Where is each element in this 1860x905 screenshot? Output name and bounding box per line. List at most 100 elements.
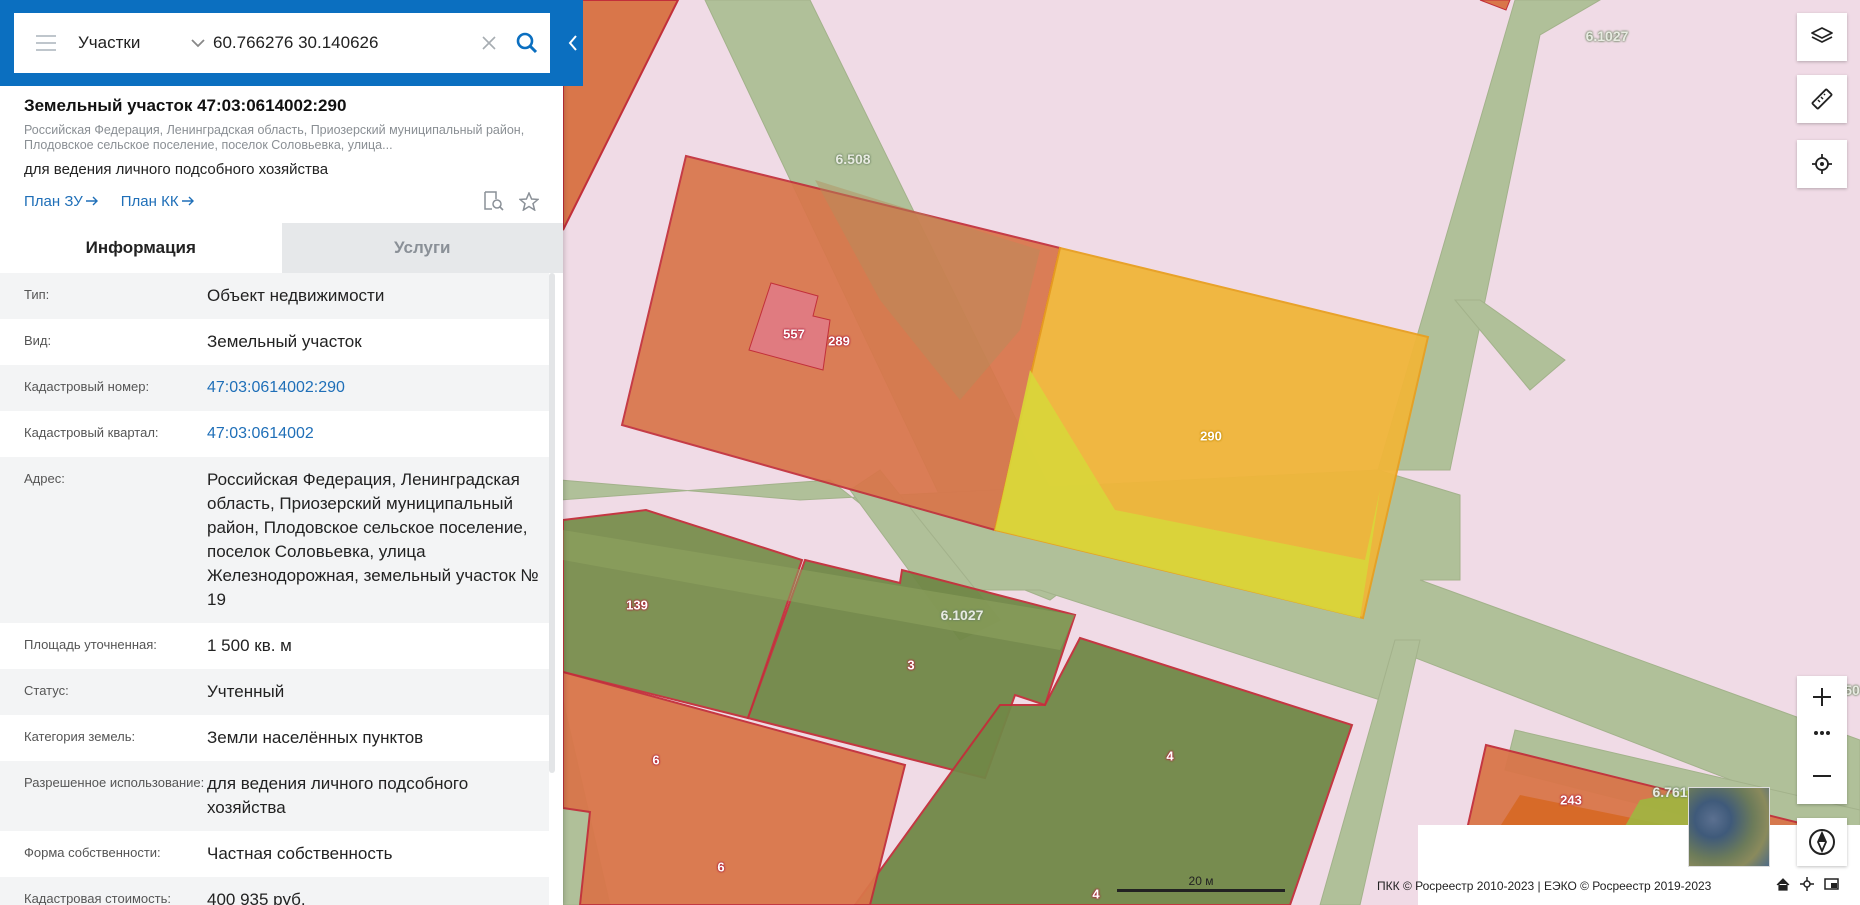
object-title: Земельный участок 47:03:0614002:290 (24, 96, 347, 115)
minus-icon (1813, 775, 1831, 777)
tab-information[interactable]: Информация (0, 223, 282, 273)
plan-kk-label: План КК (120, 192, 179, 210)
property-key: Статус: (24, 683, 69, 698)
property-value: Земли населённых пунктов (207, 728, 424, 747)
property-value: Учтенный (207, 682, 285, 701)
scale-bar: 20 м (1117, 870, 1285, 894)
cadastral-quarter-link[interactable]: 47:03:0614002 (207, 411, 539, 457)
close-icon[interactable] (474, 13, 504, 73)
object-address: Российская Федерация, Ленинградская обла… (24, 123, 525, 152)
road-label-6-761: 6.761 (1652, 784, 1688, 800)
property-value: Объект недвижимости (207, 286, 385, 305)
property-row-cadastral-number: Кадастровый номер: 47:03:0614002:290 (0, 365, 549, 411)
more-icon (1814, 731, 1830, 735)
road-label-6-1027: 6.1027 (940, 607, 984, 623)
panel-scrollbar[interactable] (549, 273, 555, 773)
tab-services[interactable]: Услуги (281, 223, 563, 273)
plot-label-289[interactable]: 289 (828, 334, 850, 349)
property-key: Разрешенное использование: (24, 775, 205, 790)
ruler-icon (1811, 88, 1833, 110)
plan-zu-label: План ЗУ (24, 192, 83, 210)
satellite-minimap[interactable] (1688, 787, 1770, 867)
property-key: Вид: (24, 333, 52, 348)
plan-zu-link[interactable]: План ЗУ (24, 193, 99, 210)
layers-icon (1811, 27, 1833, 43)
plot-label-557[interactable]: 557 (783, 327, 805, 342)
chevron-left-icon[interactable] (563, 0, 583, 86)
plot-label-6[interactable]: 6 (652, 753, 659, 768)
scale-line (1117, 889, 1285, 892)
property-key: Тип: (24, 287, 50, 302)
compass-button[interactable] (1797, 818, 1847, 866)
zoom-controls (1797, 676, 1847, 804)
attribution-bar: ПКК © Росреестр 2010-2023 | ЕЭКО © Росре… (1377, 825, 1860, 905)
property-row-cadastral-quarter: Кадастровый квартал: 47:03:0614002 (0, 411, 549, 457)
home-icon[interactable] (1776, 877, 1790, 891)
search-bar: Участки (0, 0, 583, 86)
road-label-6-1027-top: 6.1027 (1585, 28, 1629, 44)
property-row-kind: Вид: Земельный участок (0, 319, 549, 365)
plot-label-290[interactable]: 290 (1200, 429, 1222, 444)
attribution-icons (1776, 877, 1839, 891)
attribution-text: ПКК © Росреестр 2010-2023 | ЕЭКО © Росре… (1377, 879, 1712, 893)
property-row-ownership: Форма собственности: Частная собственнос… (0, 831, 549, 877)
arrow-right-icon (181, 196, 194, 206)
property-value: Российская Федерация, Ленинградская обла… (207, 470, 539, 609)
property-value: Частная собственность (207, 844, 393, 863)
locate-icon (1812, 154, 1832, 174)
arrow-right-icon (85, 196, 98, 206)
property-key: Кадастровый номер: (24, 379, 150, 394)
screen-icon[interactable] (1824, 878, 1839, 890)
scale-label: 20 м (1188, 874, 1214, 888)
search-icon[interactable] (504, 13, 550, 73)
search-input[interactable] (213, 33, 474, 53)
object-links: План ЗУ План КК (24, 190, 539, 212)
search-document-icon[interactable] (483, 191, 505, 211)
plot-label-4[interactable]: 4 (1166, 749, 1173, 764)
property-value: 1 500 кв. м (207, 636, 292, 655)
property-row-cadastral-value: Кадастровая стоимость: 400 935 руб. (0, 877, 549, 905)
property-value: Земельный участок (207, 332, 362, 351)
object-permitted-use: для ведения личного подсобного хозяйства (24, 161, 329, 178)
property-value: для ведения личного подсобного хозяйства (207, 774, 469, 817)
plan-kk-link[interactable]: План КК (121, 193, 195, 210)
property-row-type: Тип: Объект недвижимости (0, 273, 549, 319)
plus-icon (1813, 688, 1831, 706)
chevron-down-icon[interactable] (183, 38, 213, 48)
search-type-select[interactable]: Участки (78, 33, 183, 53)
property-row-area: Площадь уточненная: 1 500 кв. м (0, 623, 549, 669)
property-key: Площадь уточненная: (24, 637, 157, 652)
property-row-status: Статус: Учтенный (0, 669, 549, 715)
property-key: Адрес: (24, 471, 65, 486)
more-button[interactable] (1797, 718, 1847, 748)
measure-button[interactable] (1797, 75, 1847, 123)
search-box: Участки (14, 13, 550, 73)
tab-bar: Информация Услуги (0, 223, 563, 273)
property-key: Категория земель: (24, 729, 136, 744)
cadastral-number-link[interactable]: 47:03:0614002:290 (207, 365, 539, 411)
property-key: Форма собственности: (24, 845, 161, 860)
road-label-6-508: 6.508 (835, 151, 871, 167)
info-panel: Участки Земельный участок 47:03:0614002:… (0, 0, 583, 905)
layers-button[interactable] (1797, 13, 1847, 61)
plot-label-6b[interactable]: 6 (717, 860, 724, 875)
plot-label-243[interactable]: 243 (1560, 793, 1582, 808)
object-actions (483, 191, 539, 211)
property-value: 400 935 руб. (207, 890, 306, 905)
property-row-land-category: Категория земель: Земли населённых пункт… (0, 715, 549, 761)
property-list: Тип: Объект недвижимости Вид: Земельный … (0, 273, 549, 905)
plot-label-4b[interactable]: 4 (1092, 887, 1099, 902)
property-key: Кадастровая стоимость: (24, 891, 171, 905)
crosshair-icon[interactable] (1800, 877, 1814, 891)
locate-button[interactable] (1797, 140, 1847, 188)
object-header: Земельный участок 47:03:0614002:290 Росс… (0, 86, 563, 212)
property-row-permitted-use: Разрешенное использование: для ведения л… (0, 761, 549, 831)
zoom-out-button[interactable] (1797, 748, 1847, 804)
plot-label-139[interactable]: 139 (626, 598, 648, 613)
star-icon[interactable] (519, 191, 539, 211)
plot-label-3[interactable]: 3 (907, 658, 914, 673)
property-key: Кадастровый квартал: (24, 425, 159, 440)
property-row-address: Адрес: Российская Федерация, Ленинградск… (0, 457, 549, 623)
zoom-in-button[interactable] (1797, 676, 1847, 718)
menu-icon[interactable] (14, 13, 78, 73)
